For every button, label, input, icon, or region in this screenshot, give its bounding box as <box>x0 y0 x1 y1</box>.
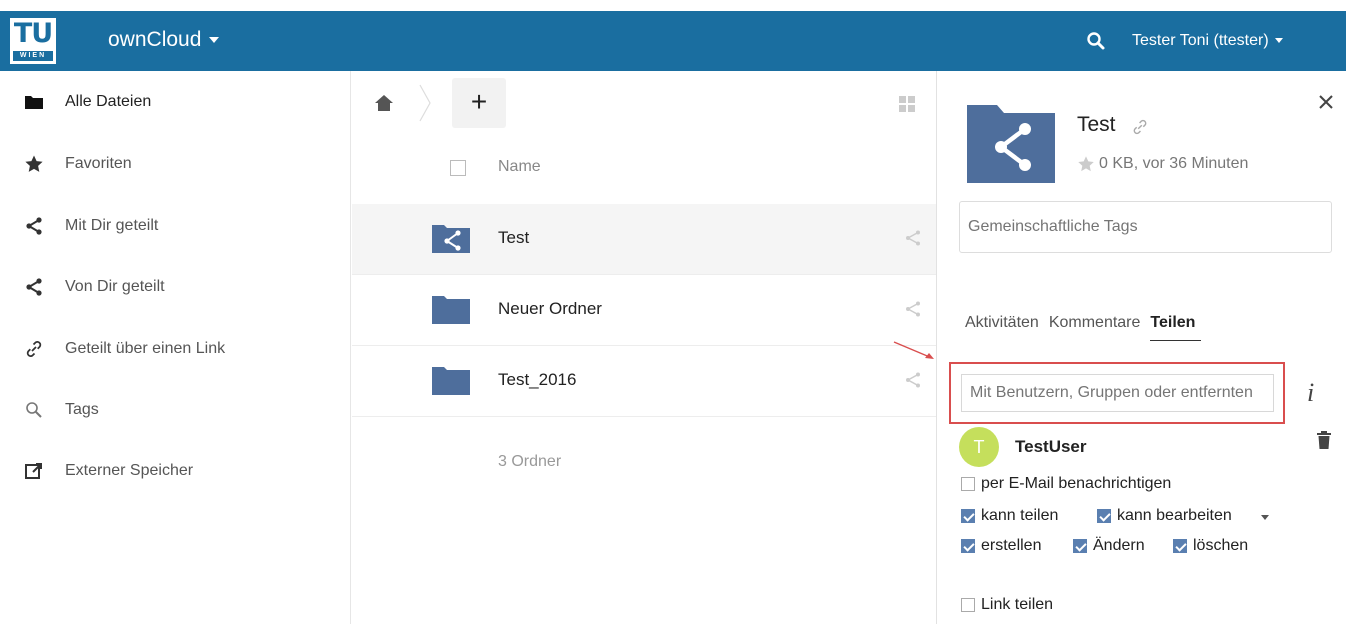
annotation-arrow <box>893 341 934 359</box>
sidebar-item-label: Geteilt über einen Link <box>65 340 226 357</box>
select-all-checkbox[interactable] <box>450 160 466 176</box>
sidebar: Alle Dateien Favoriten Mit Dir geteilt V… <box>0 71 351 624</box>
sidebar-item-label: Tags <box>65 401 99 418</box>
perm-can-edit[interactable]: kann bearbeiten <box>1097 507 1232 525</box>
sidebar-item-label: Favoriten <box>65 155 132 172</box>
details-meta-text: 0 KB, vor 36 Minuten <box>1099 155 1249 172</box>
file-row-neuer-ordner[interactable]: Neuer Ordner <box>352 275 936 346</box>
caret-down-icon <box>209 37 220 44</box>
perm-label: per E-Mail benachrichtigen <box>981 475 1172 492</box>
tab-aktivitaeten[interactable]: Aktivitäten <box>965 311 1039 341</box>
star-icon <box>25 155 43 172</box>
shared-folder-icon <box>967 105 1055 183</box>
sidebar-item-mit-dir-geteilt[interactable]: Mit Dir geteilt <box>0 206 351 246</box>
details-title: Test <box>1077 113 1116 136</box>
avatar: T <box>959 427 999 467</box>
sidebar-item-label: Alle Dateien <box>65 93 152 110</box>
perm-can-share[interactable]: kann teilen <box>961 507 1058 525</box>
user-name: Tester Toni (ttester) <box>1132 32 1269 49</box>
perm-label: löschen <box>1193 537 1249 554</box>
column-header-name[interactable]: Name <box>498 158 541 176</box>
file-row-test[interactable]: Test <box>352 204 936 275</box>
share-icon[interactable] <box>904 300 922 318</box>
file-list: + Name Test Neuer Ordner Test_2016 3 Ord… <box>352 71 936 624</box>
can-edit-checkbox[interactable] <box>1097 509 1111 523</box>
delete-checkbox[interactable] <box>1173 539 1187 553</box>
search-icon[interactable] <box>1086 31 1106 51</box>
create-checkbox[interactable] <box>961 539 975 553</box>
file-name[interactable]: Test_2016 <box>498 370 576 390</box>
home-icon[interactable] <box>374 93 394 113</box>
share-icon[interactable] <box>904 371 922 389</box>
file-name[interactable]: Test <box>498 228 529 248</box>
folder-icon <box>432 367 470 395</box>
search-icon <box>26 402 42 418</box>
trash-icon[interactable] <box>1315 430 1333 450</box>
folder-icon <box>432 296 470 324</box>
share-user-name: TestUser <box>1015 437 1087 456</box>
top-strip <box>0 0 1346 11</box>
sidebar-item-geteilt-ueber-link[interactable]: Geteilt über einen Link <box>0 329 351 369</box>
shared-folder-icon <box>432 225 470 253</box>
sidebar-item-label: Mit Dir geteilt <box>65 217 159 234</box>
file-summary: 3 Ordner <box>498 453 562 470</box>
share-icon <box>26 217 42 235</box>
change-checkbox[interactable] <box>1073 539 1087 553</box>
link-icon[interactable] <box>1131 118 1149 136</box>
perm-label: Link teilen <box>981 596 1054 613</box>
info-icon[interactable]: i <box>1307 378 1314 408</box>
perm-label: kann teilen <box>981 507 1059 524</box>
logo-text: TU <box>13 18 53 49</box>
breadcrumb-separator <box>419 84 431 122</box>
file-row-test-2016[interactable]: Test_2016 <box>352 346 936 417</box>
perm-label: Ändern <box>1093 537 1145 554</box>
perm-label: erstellen <box>981 537 1042 554</box>
tags-input[interactable] <box>959 201 1332 253</box>
file-name[interactable]: Neuer Ordner <box>498 299 602 319</box>
sidebar-item-alle-dateien[interactable]: Alle Dateien <box>0 82 351 122</box>
caret-down-icon <box>1274 38 1283 44</box>
tab-teilen[interactable]: Teilen <box>1150 311 1202 341</box>
add-button[interactable]: + <box>452 78 506 128</box>
details-tabs: Aktivitäten Kommentare Teilen <box>965 311 1211 341</box>
link-share-option[interactable]: Link teilen <box>961 596 1053 614</box>
perm-change[interactable]: Ändern <box>1073 537 1145 555</box>
sidebar-item-externer-speicher[interactable]: Externer Speicher <box>0 451 351 491</box>
chevron-down-icon[interactable] <box>1261 515 1269 520</box>
sidebar-item-favoriten[interactable]: Favoriten <box>0 144 351 184</box>
perm-delete[interactable]: löschen <box>1173 537 1248 555</box>
link-share-checkbox[interactable] <box>961 598 975 612</box>
user-menu-button[interactable]: Tester Toni (ttester) <box>1132 32 1283 50</box>
sidebar-item-label: Von Dir geteilt <box>65 278 165 295</box>
tu-wien-logo[interactable]: TU WIEN <box>10 18 56 64</box>
details-meta: 0 KB, vor 36 Minuten <box>1077 155 1248 173</box>
app-name: ownCloud <box>108 28 202 51</box>
tab-kommentare[interactable]: Kommentare <box>1049 311 1141 341</box>
perm-label: kann bearbeiten <box>1117 507 1232 524</box>
sidebar-item-label: Externer Speicher <box>65 462 194 479</box>
close-icon[interactable] <box>1317 93 1335 111</box>
share-icon[interactable] <box>904 229 922 247</box>
sidebar-item-von-dir-geteilt[interactable]: Von Dir geteilt <box>0 267 351 307</box>
can-share-checkbox[interactable] <box>961 509 975 523</box>
sidebar-item-tags[interactable]: Tags <box>0 390 351 430</box>
perm-create[interactable]: erstellen <box>961 537 1041 555</box>
grid-view-icon[interactable] <box>897 94 917 114</box>
top-bar: TU WIEN ownCloud Tester Toni (ttester) <box>0 0 1346 71</box>
share-with-input[interactable] <box>961 374 1274 412</box>
share-input-highlight <box>949 362 1285 424</box>
app-header: TU WIEN ownCloud Tester Toni (ttester) <box>0 11 1346 71</box>
perm-notify[interactable]: per E-Mail benachrichtigen <box>961 475 1171 493</box>
details-panel: Test 0 KB, vor 36 Minuten Aktivitäten Ko… <box>936 71 1346 624</box>
logo-subtext: WIEN <box>13 51 53 61</box>
share-icon <box>26 278 42 296</box>
app-menu-button[interactable]: ownCloud <box>108 28 220 52</box>
link-icon <box>26 341 42 357</box>
star-icon[interactable] <box>1077 155 1095 173</box>
folder-icon <box>25 96 43 109</box>
external-storage-icon <box>25 463 42 479</box>
notify-checkbox[interactable] <box>961 477 975 491</box>
